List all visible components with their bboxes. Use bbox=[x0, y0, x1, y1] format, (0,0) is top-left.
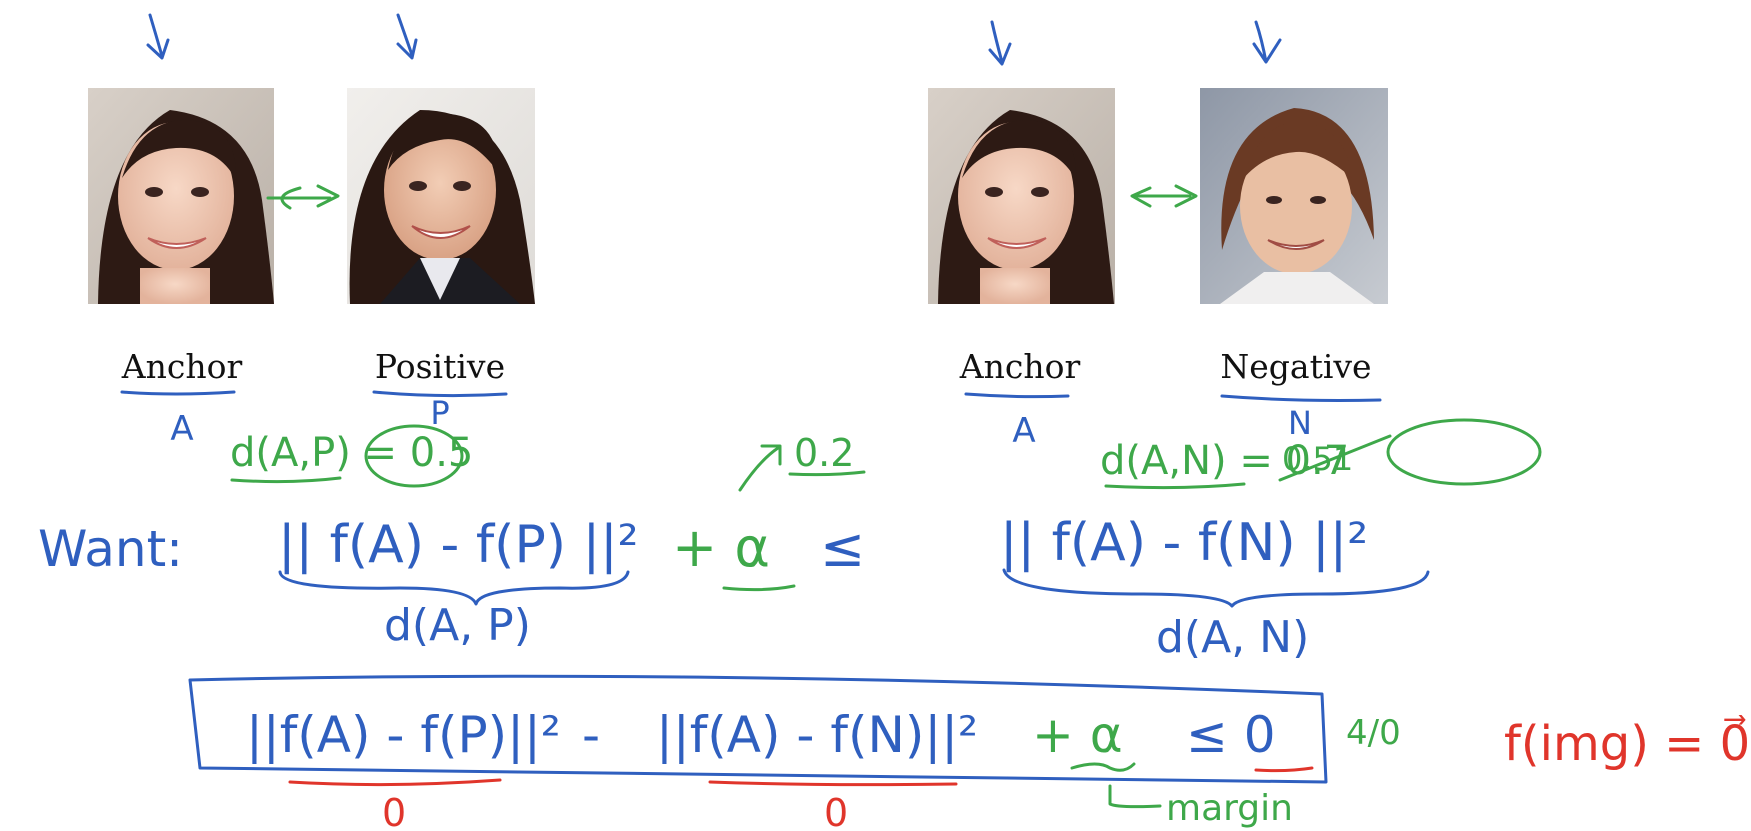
positive-photo bbox=[347, 88, 535, 304]
zero-underline bbox=[1254, 766, 1314, 773]
alpha-value: 0.2 bbox=[794, 431, 854, 475]
boxed-minus: - bbox=[582, 706, 600, 764]
boxed-alpha-tilde bbox=[1070, 762, 1136, 772]
symbol-a-1: A bbox=[170, 409, 193, 449]
alpha-arrow bbox=[738, 444, 782, 492]
boxed-part1: ||f(A) - f(P)||² bbox=[246, 706, 561, 764]
want-lhs: || f(A) - f(P) ||² bbox=[278, 515, 639, 575]
negative-label: Negative bbox=[1220, 347, 1371, 386]
zero-under-part2: 0 bbox=[824, 791, 848, 831]
negative-photo bbox=[1200, 88, 1388, 304]
pointer-arrows bbox=[146, 13, 1282, 66]
label-underlines bbox=[120, 390, 1382, 402]
red-underline-2 bbox=[708, 780, 958, 787]
d-an-circle bbox=[1386, 418, 1542, 486]
margin-label: margin bbox=[1166, 788, 1293, 829]
d-an-crossed: 0.51 bbox=[1282, 440, 1353, 478]
symbol-n: N bbox=[1288, 404, 1312, 442]
side-mark: 4/0 bbox=[1346, 713, 1401, 753]
f-img-equals-zero: f(img) = 0⃗ bbox=[1504, 714, 1750, 772]
want-label: Want: bbox=[38, 520, 183, 578]
plus-alpha: + α bbox=[672, 516, 770, 579]
anchor-photo-1 bbox=[88, 88, 274, 304]
red-underline-1 bbox=[288, 778, 502, 787]
anchor-photo-2 bbox=[928, 88, 1115, 304]
anchor-label-1: Anchor bbox=[121, 347, 243, 386]
boxed-part2: ||f(A) - f(N)||² bbox=[656, 706, 978, 764]
d-ap-value: d(A,P) = 0.5 bbox=[230, 430, 473, 476]
boxed-alpha: + α bbox=[1032, 706, 1123, 764]
zero-under-part1: 0 bbox=[382, 791, 406, 831]
leq-sign: ≤ bbox=[820, 516, 865, 579]
alpha-underline bbox=[722, 584, 796, 592]
d-an-underline bbox=[1104, 482, 1246, 490]
boxed-leq-zero: ≤ 0 bbox=[1186, 706, 1276, 764]
want-rhs: || f(A) - f(N) ||² bbox=[1000, 513, 1368, 573]
lecture-slide-canvas: Anchor Positive Anchor Negative A P A N … bbox=[38, 13, 1750, 831]
d-ap-underline bbox=[230, 476, 342, 484]
under-lhs-text: d(A, P) bbox=[384, 600, 531, 651]
symbol-p: P bbox=[430, 394, 449, 432]
under-rhs-text: d(A, N) bbox=[1156, 612, 1309, 663]
positive-label: Positive bbox=[375, 347, 505, 386]
symbol-a-2: A bbox=[1012, 411, 1035, 451]
anchor-label-2: Anchor bbox=[959, 347, 1081, 386]
margin-pointer bbox=[1108, 784, 1162, 809]
